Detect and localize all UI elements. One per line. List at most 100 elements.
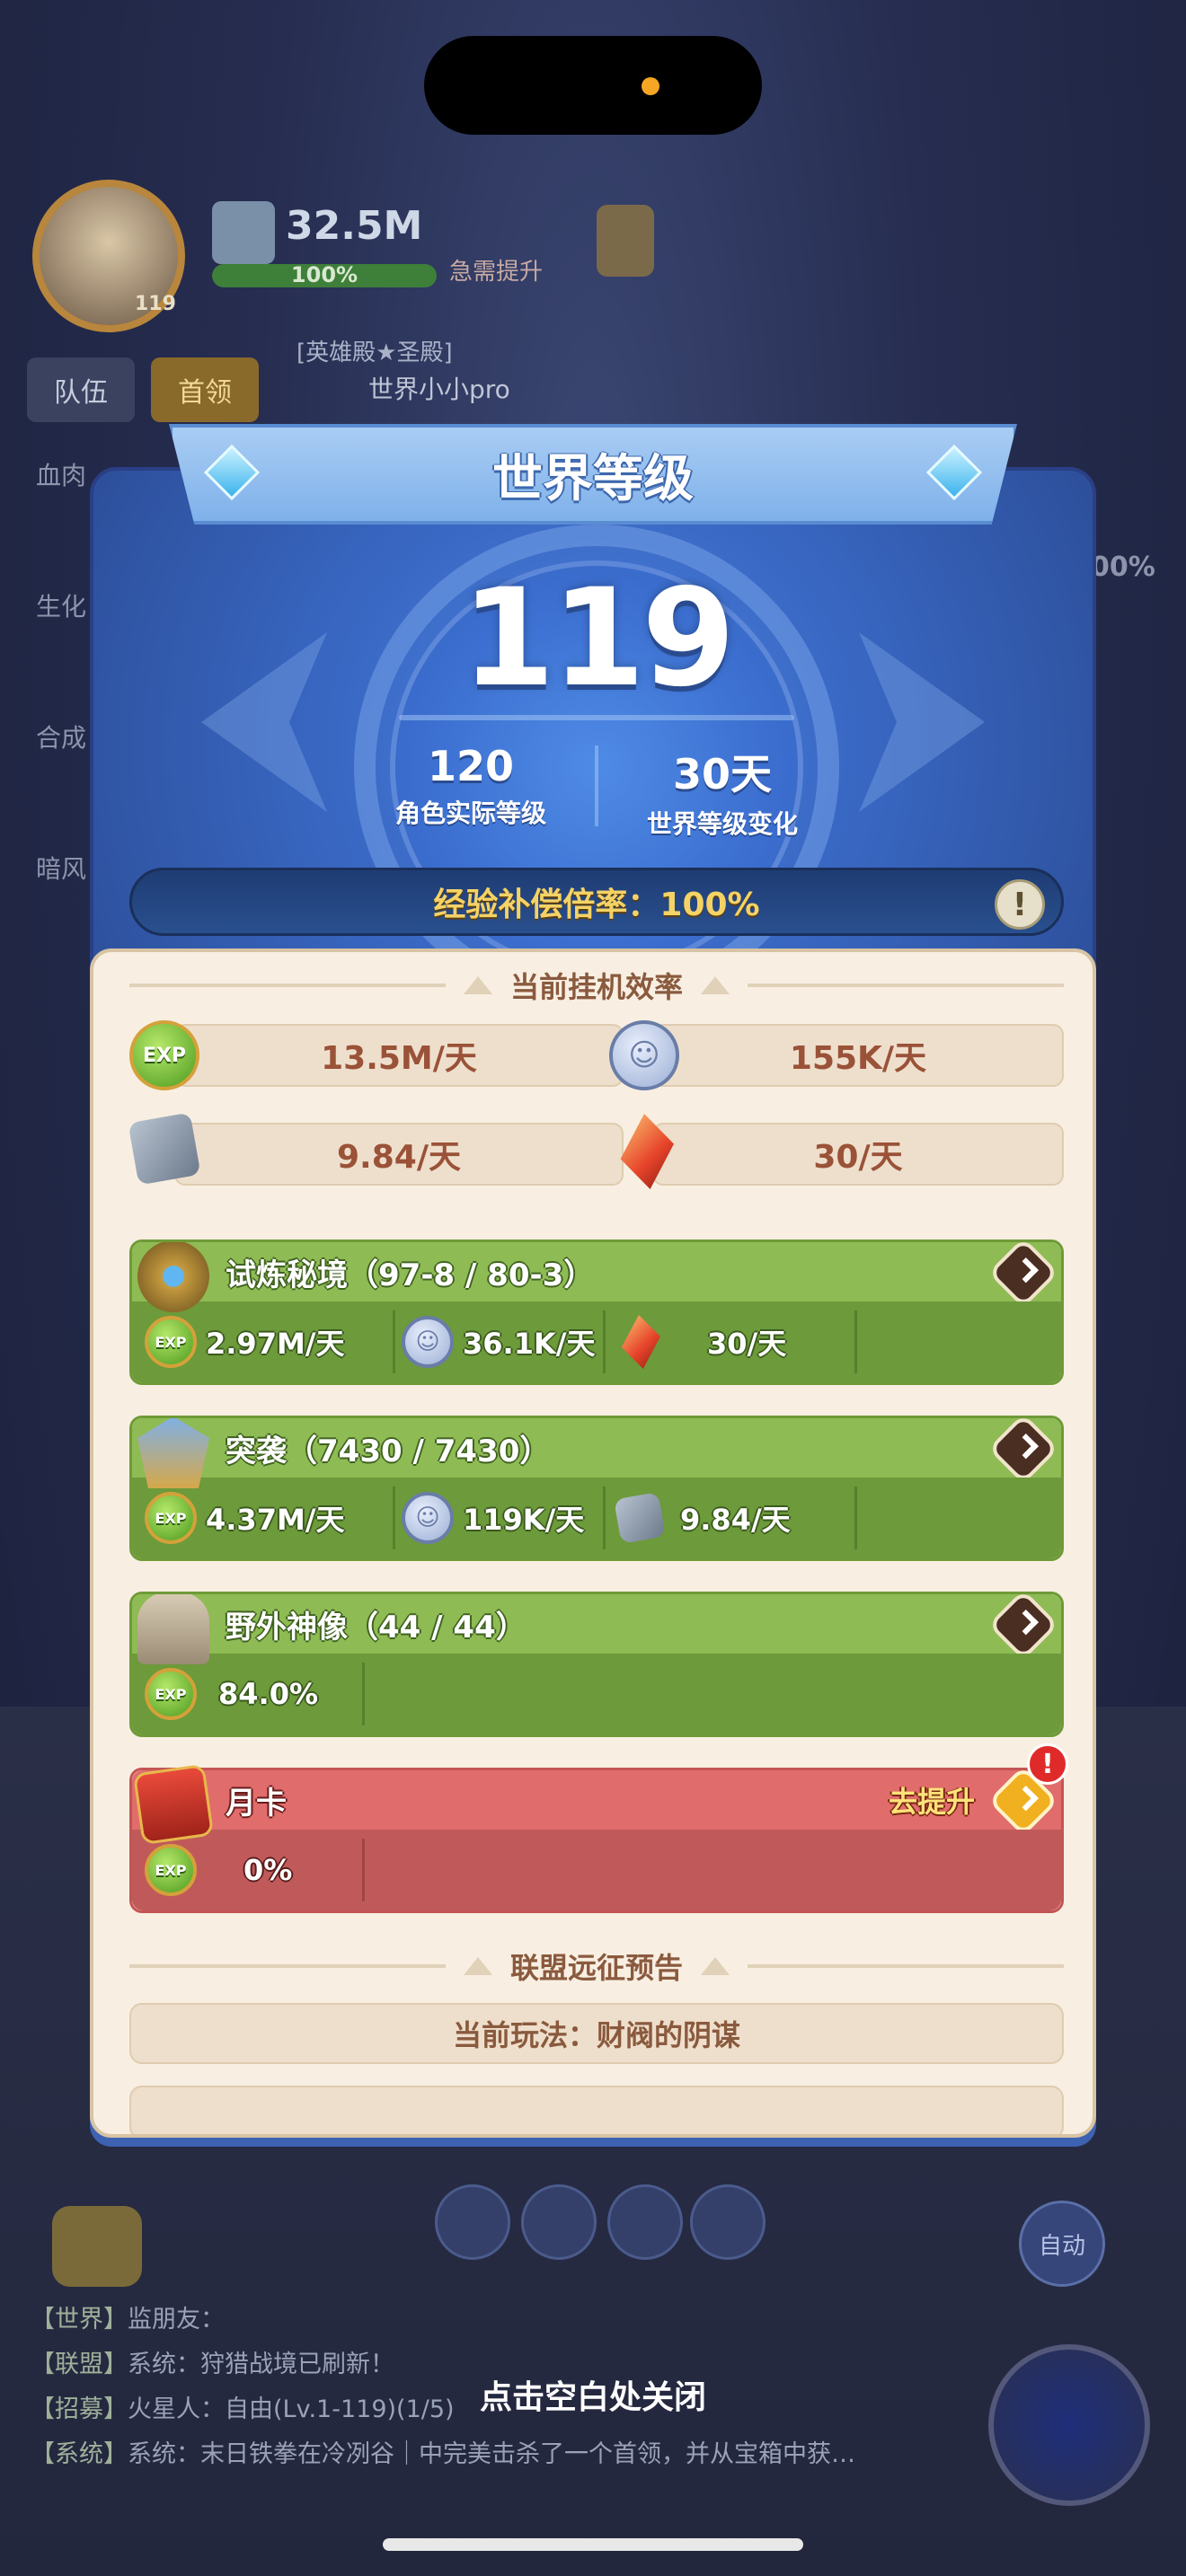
guild-name: [英雄殿★圣殿] [296,340,453,366]
reward-cell: ☺ 36.1K/天 [402,1301,595,1382]
reward-cell: EXP 0% [145,1830,292,1910]
divider [129,1964,446,1968]
divider [362,1839,365,1901]
reward-cell: 9.84/天 [614,1478,791,1558]
card-title: 月卡 [226,1785,287,1822]
reward-cell: EXP 2.97M/天 [145,1301,345,1382]
level-change-label: 世界等级变化 [646,809,798,839]
reward-value: 119K/天 [463,1503,585,1537]
level-change-value: 30天 [672,750,772,798]
card-header: 突袭（7430 / 7430） [132,1418,1061,1485]
upgrade-link[interactable]: 去提升 [889,1779,975,1821]
chat-text: 系统：末日铁拳在冷冽谷｜中完美击杀了一个首领，并从宝箱中获… [128,2440,855,2468]
home-indicator[interactable] [383,2538,803,2551]
hourglass-icon[interactable] [597,205,654,277]
triangle-icon [701,1957,730,1975]
reward-cell: EXP 84.0% [145,1654,318,1734]
side-list: 血肉 生化 合成 暗风 [36,456,86,981]
reward-value: 0% [243,1853,293,1887]
exp-rate-text: 经验补偿倍率：100% [433,887,760,923]
exp-icon: EXP [145,1316,197,1368]
reward-value: 9.84/天 [680,1503,791,1537]
card-header: 野外神像（44 / 44） [132,1594,1061,1661]
crystal-icon [621,1315,660,1369]
skill-icon[interactable] [607,2184,683,2260]
divider [854,1486,857,1549]
camera-indicator-dot [642,77,659,95]
tab-boss[interactable]: 首领 [151,357,259,422]
exp-icon: EXP [145,1668,197,1720]
divider [603,1310,606,1373]
reward-value: 36.1K/天 [463,1327,596,1361]
boost-button[interactable]: 急需提升 [449,253,543,287]
coin-efficiency: 155K/天 [652,1024,1064,1087]
side-percent: 00% [1091,551,1155,583]
card-title: 试炼秘境（97-8 / 80-3） [226,1257,595,1293]
card-rewards: EXP 84.0% [132,1654,1061,1734]
helmet-icon[interactable] [52,2206,142,2287]
crystal-efficiency: 30/天 [652,1123,1064,1186]
stone-efficiency: 9.84/天 [174,1123,624,1186]
chat-line: 【世界】监朋友： [31,2298,855,2342]
card-rewards: EXP 4.37M/天 ☺ 119K/天 9.84/天 [132,1478,1061,1558]
efficiency-title: 当前挂机效率 [510,970,684,1004]
efficiency-panel[interactable]: 当前挂机效率 13.5M/天 EXP 155K/天 ☺ 9.84/天 30/天 … [90,948,1096,2138]
card-header: 月卡 去提升 ! [132,1743,1068,1837]
stone-icon [614,1492,666,1544]
statue-icon [137,1594,209,1664]
go-arrow-button[interactable] [987,1242,1059,1309]
trial-realm-icon [137,1242,209,1312]
divider [393,1310,395,1373]
side-label: 生化 [36,592,87,622]
card-title: 野外神像（44 / 44） [226,1609,527,1645]
reward-cell: 30/天 [617,1301,786,1382]
reward-value: 84.0% [218,1677,319,1711]
divider [603,1486,606,1549]
card-title: 突袭（7430 / 7430） [226,1433,551,1469]
alliance-next-info [129,2086,1064,2134]
chat-line: 【系统】系统：末日铁拳在冷冽谷｜中完美击杀了一个首领，并从宝箱中获… [31,2432,855,2477]
card-header: 试炼秘境（97-8 / 80-3） [132,1242,1061,1309]
reward-value: 2.97M/天 [206,1327,345,1361]
close-hint[interactable]: 点击空白处关闭 [0,2371,1186,2418]
world-level-dialog: 119 120 角色实际等级 30天 世界等级变化 经验补偿倍率：100% ! … [90,424,1096,2138]
go-arrow-button[interactable] [987,1418,1059,1485]
raid-card[interactable]: 突袭（7430 / 7430） EXP 4.37M/天 ☺ 119K/天 9.8… [129,1416,1064,1561]
reward-value: 4.37M/天 [206,1503,345,1537]
info-button[interactable]: ! [995,879,1045,930]
trial-realm-card[interactable]: 试炼秘境（97-8 / 80-3） EXP 2.97M/天 ☺ 36.1K/天 … [129,1239,1064,1385]
world-level-number: 119 [461,560,735,717]
card-rewards: EXP 2.97M/天 ☺ 36.1K/天 30/天 [132,1301,1061,1382]
alliance-section-header: 联盟远征预告 [129,1945,1065,1987]
side-label: 血肉 [36,461,87,490]
hud-tabs: 队伍 首领 [27,357,259,422]
go-arrow-button[interactable] [987,1594,1059,1661]
skill-icon[interactable] [435,2184,510,2260]
monthly-card[interactable]: 月卡 去提升 ! EXP 0% [129,1743,1068,1913]
portal-icon[interactable] [988,2344,1150,2506]
divider [854,1310,857,1373]
title-banner: 世界等级 [169,424,1017,525]
coin-icon: ☺ [609,1020,679,1090]
player-level: 119 [135,293,176,315]
reward-cell: ☺ 119K/天 [402,1478,584,1558]
monthly-card-icon [132,1763,215,1846]
dialog-title: 世界等级 [492,449,694,508]
exp-efficiency: 13.5M/天 [174,1024,624,1087]
wild-statue-card[interactable]: 野外神像（44 / 44） EXP 84.0% [129,1592,1064,1737]
chat-text: 监朋友： [128,2306,225,2333]
tab-team[interactable]: 队伍 [27,357,135,422]
actual-level-label: 角色实际等级 [394,798,546,828]
card-rewards: EXP 0% [132,1830,1061,1910]
actual-level-stat: 120 角色实际等级 [354,742,588,830]
actual-level-value: 120 [427,742,515,790]
auto-button[interactable]: 自动 [1019,2201,1105,2287]
side-label: 暗风 [36,854,87,884]
power-progress-text: 100% [290,262,358,287]
divider [393,1486,395,1549]
triangle-icon [464,976,492,994]
skill-icon[interactable] [690,2184,766,2260]
skill-icon[interactable] [521,2184,597,2260]
efficiency-section-header: 当前挂机效率 [129,965,1065,1006]
divider [129,984,446,987]
